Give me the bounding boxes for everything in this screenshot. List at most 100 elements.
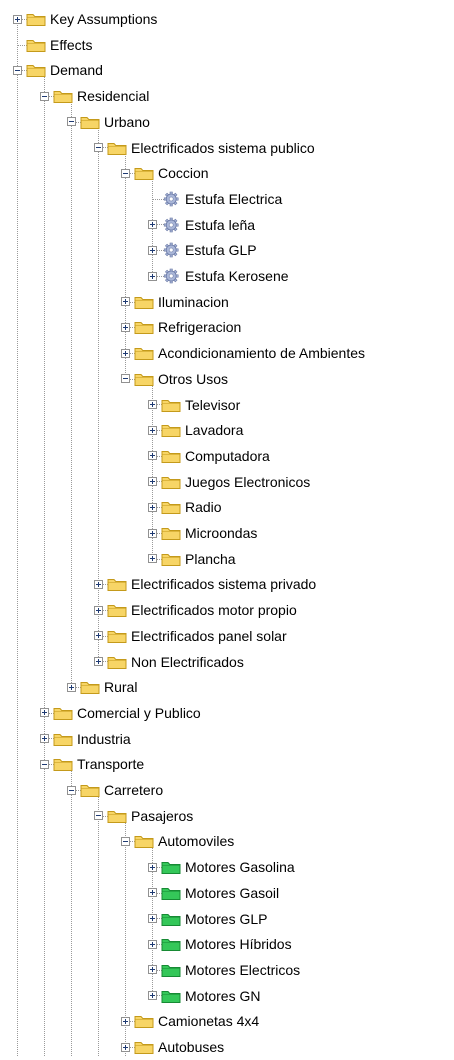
tree-node[interactable]: Comercial y Publico [40, 700, 201, 726]
folder-icon [107, 602, 127, 618]
tree-node[interactable]: Demand [13, 57, 103, 83]
expand-toggle[interactable] [148, 477, 157, 487]
tree-node[interactable]: Key Assumptions [13, 6, 157, 32]
folder-icon [107, 140, 127, 156]
tree-node-label: Lavadora [185, 422, 244, 439]
tree-node[interactable]: Motores Híbridos [148, 931, 292, 957]
expand-toggle[interactable] [148, 425, 157, 435]
tree-node[interactable]: Electrificados sistema privado [94, 571, 316, 597]
expand-toggle[interactable] [40, 734, 49, 744]
expand-toggle[interactable] [94, 631, 103, 641]
tree-node[interactable]: Coccion [121, 160, 209, 186]
expand-toggle[interactable] [148, 914, 157, 923]
tree-node[interactable]: Motores GN [148, 983, 260, 1009]
tree-node-label: Computadora [185, 447, 270, 464]
tree-node[interactable]: Televisor [148, 392, 240, 418]
tree-node[interactable]: Carretero [67, 777, 163, 803]
expand-toggle[interactable] [40, 708, 49, 718]
tree-node[interactable]: Radio [148, 494, 222, 520]
tree-node[interactable]: Motores GLP [148, 906, 267, 932]
expand-toggle[interactable] [148, 554, 157, 564]
tree-node[interactable]: Industria [40, 726, 131, 752]
expand-toggle[interactable] [148, 400, 157, 409]
expand-toggle[interactable] [148, 451, 157, 461]
tree-node[interactable]: Camionetas 4x4 [121, 1008, 259, 1034]
tree-node[interactable]: Estufa GLP [148, 237, 257, 263]
tree-node[interactable]: Motores Electricos [148, 957, 300, 983]
expand-toggle[interactable] [121, 297, 130, 307]
tree-node-label: Carretero [104, 782, 164, 798]
tree-node[interactable]: Electrificados sistema publico [94, 135, 315, 161]
expand-toggle[interactable] [148, 991, 157, 1001]
collapse-toggle[interactable] [40, 91, 49, 101]
collapse-toggle[interactable] [94, 143, 103, 152]
tree-node[interactable]: Lavadora [148, 417, 243, 443]
tree-node[interactable]: Electrificados motor propio [94, 597, 297, 623]
collapse-toggle[interactable] [40, 759, 49, 769]
tree-node-label: Transporte [77, 756, 145, 773]
collapse-toggle[interactable] [121, 374, 130, 384]
expand-toggle[interactable] [121, 1042, 130, 1052]
collapse-toggle[interactable] [121, 836, 130, 846]
tree-node[interactable]: Motores Gasolina [148, 854, 295, 880]
expand-toggle[interactable] [148, 271, 157, 281]
collapse-toggle[interactable] [67, 117, 76, 127]
tree-node[interactable]: Transporte [40, 751, 144, 777]
tree-node-label: Estufa Kerosene [185, 268, 289, 284]
expand-toggle[interactable] [121, 348, 130, 358]
tree-node[interactable]: Iluminacion [121, 289, 229, 315]
tree-node[interactable]: Motores Gasoil [148, 880, 279, 906]
expand-toggle[interactable] [148, 245, 157, 255]
tree-node[interactable]: Electrificados panel solar [94, 623, 287, 649]
tree-node[interactable]: Microondas [148, 520, 257, 546]
tree-node-label: Camionetas 4x4 [158, 1013, 260, 1030]
tree-node[interactable]: Estufa leña [148, 212, 255, 238]
folder-icon [134, 319, 154, 335]
tree-node-label: Motores GN [185, 987, 261, 1004]
tree-node-label: Estufa Electrica [185, 190, 283, 207]
expand-toggle[interactable] [13, 14, 22, 24]
folder-icon [107, 808, 127, 824]
tree-node[interactable]: Residencial [40, 83, 149, 109]
tree-node[interactable]: Pasajeros [94, 803, 193, 829]
expand-toggle[interactable] [148, 862, 157, 872]
expand-toggle[interactable] [148, 965, 157, 975]
tree-node[interactable]: Refrigeracion [121, 314, 241, 340]
expand-toggle[interactable] [67, 682, 76, 692]
tree-node[interactable]: Automoviles [121, 828, 234, 854]
tree-node[interactable]: Rural [67, 674, 137, 700]
expand-toggle[interactable] [148, 528, 157, 538]
tree-view[interactable]: Key Assumptions Effects Demand Residencial U… [0, 0, 454, 1056]
tree-node[interactable]: Plancha [148, 546, 236, 572]
tree-node[interactable]: Non Electrificados [94, 649, 244, 675]
tree-node[interactable]: Autobuses [121, 1034, 224, 1060]
expand-toggle[interactable] [121, 1016, 130, 1026]
expand-toggle[interactable] [121, 322, 130, 332]
expand-toggle[interactable] [94, 605, 103, 615]
tree-node-label: Urbano [104, 113, 150, 130]
folder-icon [53, 705, 73, 721]
folder-icon [161, 499, 181, 515]
expand-toggle[interactable] [148, 220, 157, 230]
expand-toggle[interactable] [148, 502, 157, 512]
tree-node-label: Electrificados sistema publico [131, 139, 315, 156]
tree-node[interactable]: Estufa Electrica [148, 186, 282, 212]
expand-toggle[interactable] [148, 939, 157, 949]
collapse-toggle[interactable] [94, 811, 103, 821]
collapse-toggle[interactable] [67, 785, 76, 795]
folder-icon [134, 371, 154, 387]
expand-toggle[interactable] [94, 579, 103, 589]
tree-node[interactable]: Otros Usos [121, 366, 228, 392]
tree-node[interactable]: Acondicionamiento de Ambientes [121, 340, 365, 366]
tree-node[interactable]: Computadora [148, 443, 270, 469]
tree-node[interactable]: Juegos Electronicos [148, 469, 310, 495]
tree-node[interactable]: Effects [13, 32, 93, 58]
folder-icon [26, 11, 46, 27]
tree-node[interactable]: Urbano [67, 109, 150, 135]
tree-node[interactable]: Estufa Kerosene [148, 263, 289, 289]
green-folder-icon [161, 885, 181, 901]
collapse-toggle[interactable] [121, 168, 130, 178]
expand-toggle[interactable] [94, 657, 103, 666]
expand-toggle[interactable] [148, 888, 157, 898]
collapse-toggle[interactable] [13, 65, 22, 75]
